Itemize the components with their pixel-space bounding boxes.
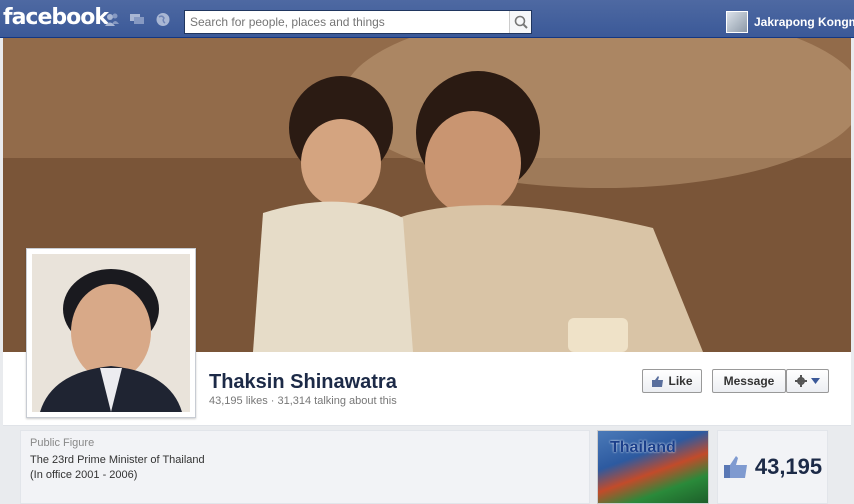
message-button-label: Message [723, 374, 775, 388]
thumbs-up-icon [723, 456, 747, 478]
about-section: Public Figure The 23rd Prime Minister of… [20, 430, 590, 504]
like-button-label: Like [668, 374, 693, 388]
page-category[interactable]: Public Figure [30, 437, 580, 449]
photos-tile-caption: Thailand [610, 439, 676, 456]
like-button[interactable]: Like [642, 369, 702, 393]
profile-photo-image [32, 254, 190, 412]
search-box [184, 10, 532, 34]
notifications-globe-icon[interactable] [155, 12, 171, 27]
page-stats: 43,195 likes · 31,314 talking about this [209, 395, 397, 407]
likes-count: 43,195 [754, 454, 823, 479]
settings-dropdown-button[interactable] [786, 369, 829, 393]
page-description-line-1: The 23rd Prime Minister of Thailand [30, 454, 205, 466]
user-profile-link[interactable]: Jakrapong Kongm [726, 10, 854, 34]
facebook-logo[interactable]: facebook [3, 5, 109, 30]
friends-icon[interactable] [104, 12, 120, 27]
page-description-line-2: (In office 2001 - 2006) [30, 469, 138, 481]
message-button[interactable]: Message [712, 369, 786, 393]
search-input[interactable] [185, 11, 503, 33]
gear-icon [795, 375, 807, 387]
thumbs-up-icon [652, 375, 664, 387]
likes-tile[interactable]: 43,195 [717, 430, 828, 504]
search-button[interactable] [509, 11, 531, 33]
user-avatar [726, 11, 748, 33]
chevron-down-icon [811, 378, 820, 384]
photos-tile[interactable]: Thailand [597, 430, 709, 504]
search-icon [514, 15, 528, 29]
page-title: Thaksin Shinawatra [209, 371, 397, 393]
user-name: Jakrapong Kongm [754, 15, 854, 29]
profile-picture[interactable] [26, 248, 196, 418]
messages-icon[interactable] [129, 12, 145, 27]
top-navigation-bar: facebook Jakrapong Kongm [0, 0, 854, 38]
